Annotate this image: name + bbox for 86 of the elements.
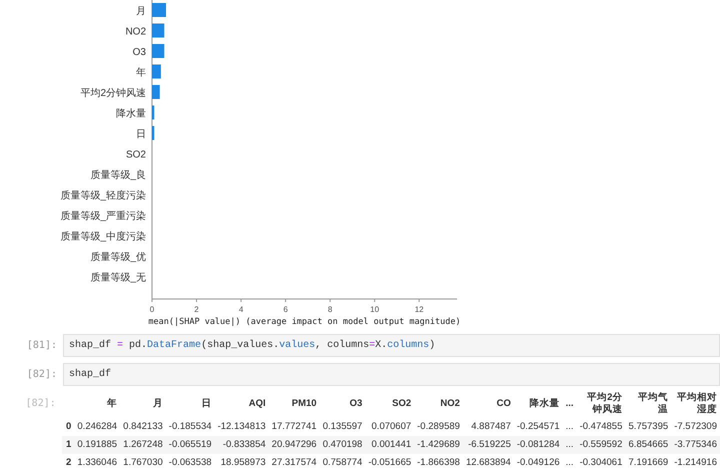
column-header: 平均相对湿度 bbox=[676, 391, 718, 417]
table-cell: -0.254571 bbox=[514, 418, 563, 436]
table-cell: ... bbox=[562, 418, 577, 436]
table-cell: -0.304061 bbox=[576, 454, 626, 472]
table-cell: -0.559592 bbox=[576, 436, 626, 454]
table-cell: 7.191669 bbox=[625, 454, 672, 472]
row-index: 0 bbox=[62, 418, 74, 436]
tick-label: 8 bbox=[328, 305, 332, 314]
column-header: O3 bbox=[348, 397, 364, 411]
table-cell: -0.049126 bbox=[514, 454, 563, 472]
table-cell: -1.214916 bbox=[671, 454, 720, 472]
table-cell: -1.429689 bbox=[414, 436, 463, 454]
table-cell: 1.267248 bbox=[120, 436, 166, 454]
table-cell: -12.134813 bbox=[214, 418, 269, 436]
axis-label: mean(|SHAP value|) (average impact on model output magnitude) bbox=[148, 317, 461, 327]
table-cell: 18.958973 bbox=[214, 454, 269, 472]
category-label: SO2 bbox=[126, 150, 146, 160]
table-cell: -3.775346 bbox=[671, 436, 720, 454]
table-cell: -1.866398 bbox=[414, 454, 463, 472]
tick-label: 2 bbox=[194, 305, 199, 314]
tick-label: 6 bbox=[283, 305, 288, 314]
column-header: 月 bbox=[152, 397, 164, 411]
column-header: 降水量 bbox=[528, 397, 561, 411]
table-cell: ... bbox=[562, 454, 577, 472]
category-label: 质量等级_良 bbox=[90, 170, 146, 181]
category-label: 质量等级_中度污染 bbox=[60, 232, 146, 242]
code-cell[interactable]: shap_df = pd.DataFrame(shap_values.values, columns=X.columns) bbox=[63, 334, 720, 357]
category-label: 质量等级_优 bbox=[90, 252, 146, 263]
column-header: 日 bbox=[200, 397, 213, 411]
table-cell: 27.317574 bbox=[268, 454, 320, 472]
table-cell: 5.757395 bbox=[625, 418, 672, 436]
category-label: 日 bbox=[136, 129, 146, 140]
column-header: 年 bbox=[106, 397, 118, 411]
column-header: 平均气温 bbox=[637, 391, 670, 417]
column-header: NO2 bbox=[439, 397, 461, 411]
table-cell: 0.758774 bbox=[320, 454, 366, 472]
table-cell: 20.947296 bbox=[268, 436, 320, 454]
table-cell: -0.474855 bbox=[576, 418, 626, 436]
table-cell: -0.051665 bbox=[365, 454, 414, 472]
table-cell: 1.336046 bbox=[74, 454, 120, 472]
table-cell: -0.065519 bbox=[166, 436, 215, 454]
tick-label: 4 bbox=[238, 305, 244, 314]
category-label: NO2 bbox=[125, 26, 146, 38]
column-header: AQI bbox=[248, 397, 267, 411]
table-cell: ... bbox=[562, 436, 577, 454]
table-cell: 6.854665 bbox=[625, 436, 672, 454]
table-cell: -0.063538 bbox=[166, 454, 215, 472]
table-cell: -0.081284 bbox=[514, 436, 563, 454]
column-header: PM10 bbox=[290, 397, 318, 411]
column-header: 平均2分钟风速 bbox=[586, 391, 624, 417]
table-cell: 0.001441 bbox=[365, 436, 414, 454]
table-cell: 0.470198 bbox=[320, 436, 366, 454]
category-label: 质量等级_无 bbox=[90, 272, 146, 284]
tick-label: 12 bbox=[414, 305, 424, 314]
category-label: 降水量 bbox=[116, 108, 146, 120]
category-label: O3 bbox=[132, 47, 146, 58]
table-cell: -7.572309 bbox=[671, 418, 720, 436]
column-header: SO2 bbox=[391, 397, 412, 411]
category-label: 月 bbox=[136, 6, 146, 17]
tick-label: 0 bbox=[150, 305, 154, 314]
table-cell: -6.519225 bbox=[462, 436, 514, 454]
code-cell[interactable]: shap_df bbox=[63, 363, 720, 386]
table-cell: 0.842133 bbox=[120, 418, 166, 436]
table-cell: 4.887487 bbox=[462, 418, 514, 436]
table-cell: 0.246284 bbox=[74, 418, 120, 436]
cell-prompt: [82]: bbox=[26, 368, 58, 382]
cell-prompt: [81]: bbox=[26, 339, 58, 353]
table-cell: 12.683894 bbox=[462, 454, 514, 472]
column-header: CO bbox=[496, 397, 512, 411]
category-label: 质量等级_轻度污染 bbox=[60, 190, 146, 202]
table-cell: 17.772741 bbox=[268, 418, 320, 436]
category-label: 平均2分钟风速 bbox=[80, 88, 146, 99]
table-cell: 0.135597 bbox=[320, 418, 366, 436]
table-cell: -0.289589 bbox=[414, 418, 463, 436]
table-cell: 1.767030 bbox=[120, 454, 166, 472]
category-label: 年 bbox=[136, 68, 146, 78]
table-cell: -0.833854 bbox=[214, 436, 269, 454]
row-index: 1 bbox=[62, 436, 74, 454]
category-label: 质量等级_严重污染 bbox=[60, 211, 146, 222]
row-index: 2 bbox=[62, 454, 74, 472]
tick-label: 10 bbox=[370, 305, 380, 314]
table-cell: 0.191885 bbox=[74, 436, 120, 454]
column-header: ... bbox=[564, 397, 575, 411]
table-cell: -0.185534 bbox=[166, 418, 215, 436]
table-cell: 0.070607 bbox=[365, 418, 414, 436]
cell-prompt: [82]: bbox=[24, 397, 57, 411]
